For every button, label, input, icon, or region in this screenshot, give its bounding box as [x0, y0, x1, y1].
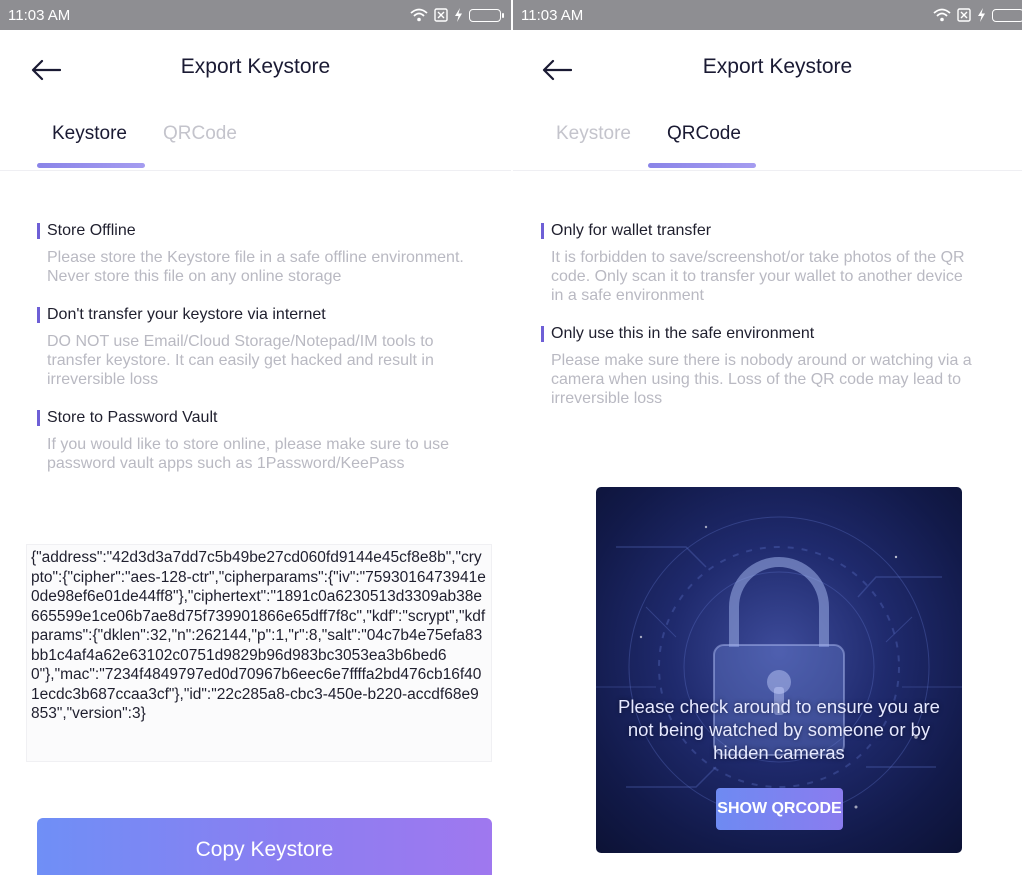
copy-keystore-button[interactable]: Copy Keystore: [37, 818, 492, 875]
notice-list: Store Offline Please store the Keystore …: [37, 220, 483, 491]
notice-title: Only use this in the safe environment: [541, 323, 977, 345]
charging-icon: [978, 8, 985, 22]
tab-qrcode[interactable]: QRCode: [667, 123, 741, 145]
tab-keystore[interactable]: Keystore: [556, 123, 631, 145]
wifi-icon: [410, 8, 428, 22]
notice-title: Only for wallet transfer: [541, 220, 977, 242]
status-icons: [933, 8, 1022, 22]
notice-body: Please store the Keystore file in a safe…: [47, 249, 464, 285]
status-icons: [410, 8, 504, 22]
sim-icon: [957, 8, 971, 22]
notice-store-offline: Store Offline Please store the Keystore …: [37, 220, 483, 286]
tab-qrcode[interactable]: QRCode: [163, 123, 237, 145]
notice-title: Don't transfer your keystore via interne…: [37, 304, 483, 326]
charging-icon: [455, 8, 462, 22]
notice-wallet-transfer-only: Only for wallet transfer It is forbidden…: [541, 220, 977, 305]
notice-title: Store Offline: [37, 220, 483, 242]
show-qrcode-button[interactable]: SHOW QRCODE: [716, 788, 843, 830]
keystore-screen: 11:03 AM Export Keystore Keystore QRCode…: [0, 0, 511, 875]
qrcode-warning-text: Please check around to ensure you are no…: [618, 696, 940, 763]
qrcode-screen: 11:03 AM Export Keystore Keystore QRCode…: [511, 0, 1022, 875]
notice-list: Only for wallet transfer It is forbidden…: [541, 220, 977, 426]
notice-body: DO NOT use Email/Cloud Storage/Notepad/I…: [47, 333, 434, 388]
tab-keystore[interactable]: Keystore: [52, 123, 127, 145]
wifi-icon: [933, 8, 951, 22]
back-button[interactable]: [537, 52, 577, 88]
battery-icon: [469, 8, 504, 22]
status-time: 11:03 AM: [521, 6, 584, 24]
tab-active-indicator: [648, 163, 756, 168]
tab-active-indicator: [37, 163, 145, 168]
header: Export Keystore: [0, 30, 511, 108]
status-bar: 11:03 AM: [513, 0, 1022, 30]
qrcode-cover-panel: Please check around to ensure you are no…: [596, 487, 962, 853]
notice-body: It is forbidden to save/screenshot/or ta…: [551, 249, 965, 304]
tab-bar: Keystore QRCode: [0, 118, 511, 171]
notice-title: Store to Password Vault: [37, 407, 483, 429]
app-stage: 11:03 AM Export Keystore Keystore QRCode…: [0, 0, 1022, 875]
tab-bar: Keystore QRCode: [513, 118, 1022, 171]
status-bar: 11:03 AM: [0, 0, 511, 30]
page-title: Export Keystore: [702, 55, 853, 78]
sim-icon: [434, 8, 448, 22]
keystore-json-text[interactable]: {"address":"42d3d3a7dd7c5b49be27cd060fd9…: [26, 544, 492, 762]
notice-password-vault: Store to Password Vault If you would lik…: [37, 407, 483, 473]
arrow-left-icon: [542, 59, 572, 81]
status-time: 11:03 AM: [8, 6, 71, 24]
battery-icon: [992, 8, 1022, 22]
notice-safe-environment: Only use this in the safe environment Pl…: [541, 323, 977, 408]
notice-body: If you would like to store online, pleas…: [47, 436, 449, 472]
page-title: Export Keystore: [180, 55, 331, 78]
notice-no-internet-transfer: Don't transfer your keystore via interne…: [37, 304, 483, 389]
header: Export Keystore: [513, 30, 1022, 108]
back-button[interactable]: [26, 52, 66, 88]
notice-body: Please make sure there is nobody around …: [551, 352, 972, 407]
arrow-left-icon: [31, 59, 61, 81]
